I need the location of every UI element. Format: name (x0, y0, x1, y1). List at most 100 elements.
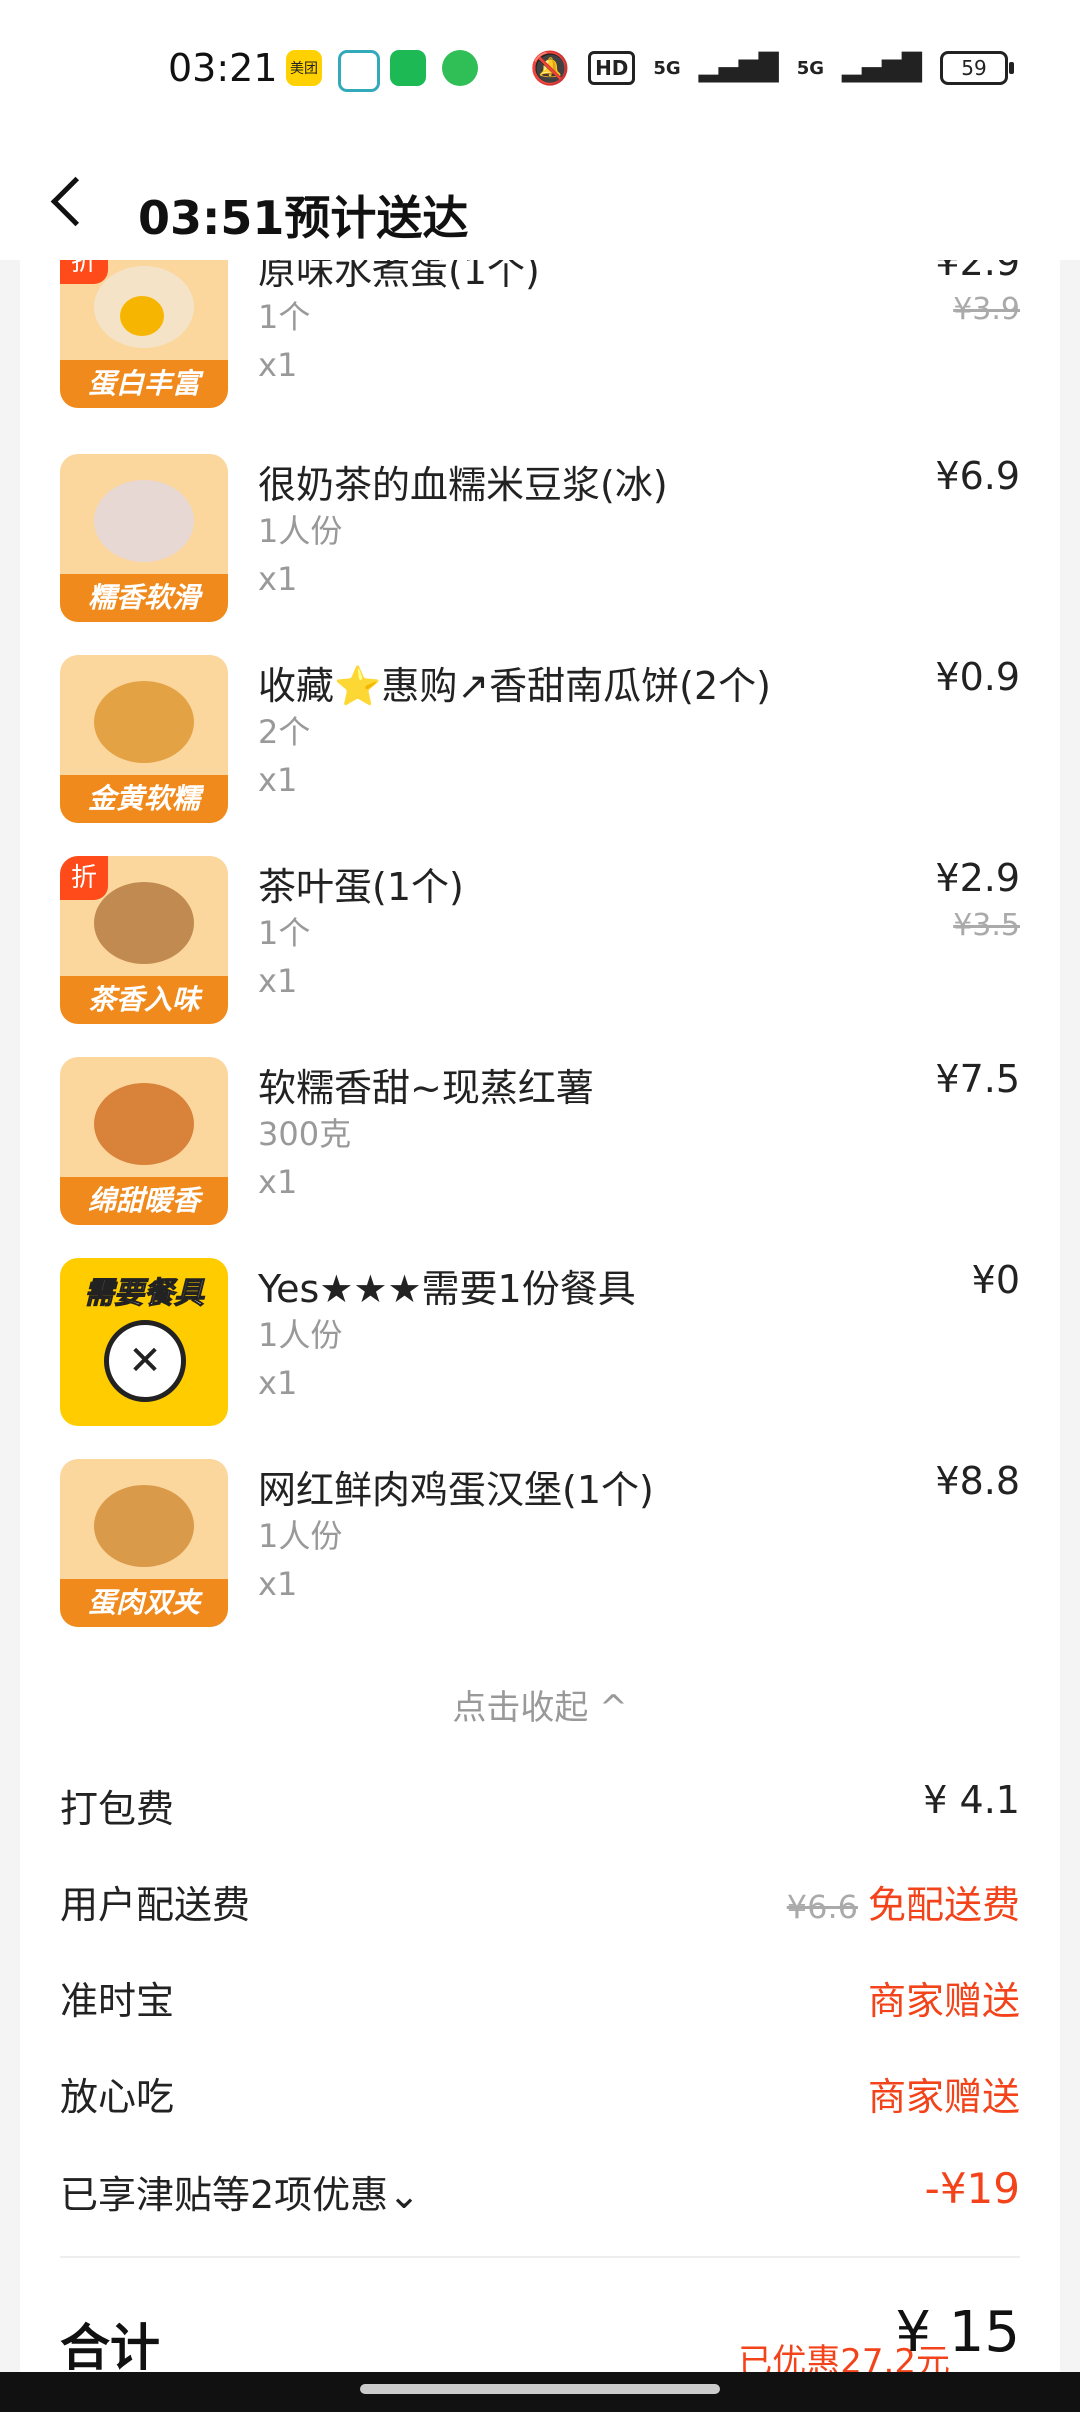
item-price: ¥2.9 (935, 856, 1020, 900)
item-quantity: x1 (258, 346, 298, 384)
back-arrow-icon[interactable] (50, 176, 101, 227)
item-spec: 1人份 (258, 512, 343, 550)
tea-egg-icon (94, 882, 194, 964)
cutlery-icon: ✕ (104, 1320, 186, 1402)
order-item[interactable]: 糯香软滑 很奶茶的血糯米豆浆(冰) 1人份 x1 ¥6.9 (20, 454, 1060, 654)
item-tag: 绵甜暖香 (60, 1177, 228, 1225)
item-quantity: x1 (258, 761, 298, 799)
item-thumbnail: 糯香软滑 (60, 454, 228, 622)
delivery-fee-value: 免配送费 (867, 1883, 1020, 1927)
status-bar: 03:21 美团 🔕 HD 5G ▂▄▆█ 5G ▂▄▆█ 59 (0, 0, 1080, 140)
item-spec: 1个 (258, 914, 311, 952)
page-title: 03:51预计送达 (138, 191, 469, 245)
item-thumbnail: 折 蛋白丰富 (60, 260, 228, 408)
hd-badge: HD (588, 51, 636, 85)
item-thumbnail: 折 茶香入味 (60, 856, 228, 1024)
item-tag: 蛋白丰富 (60, 360, 228, 408)
item-quantity: x1 (258, 1565, 298, 1603)
safe-eat-label: 放心吃 (60, 2075, 175, 2119)
status-time: 03:21 (168, 46, 278, 90)
header-bar: 03:51预计送达 (0, 140, 1080, 260)
item-name: 收藏⭐惠购↗香甜南瓜饼(2个) (258, 664, 771, 708)
item-tag: 茶香入味 (60, 976, 228, 1024)
home-gesture-bar[interactable] (360, 2384, 720, 2394)
item-thumbnail: 需要餐具 ✕ (60, 1258, 228, 1426)
order-item[interactable]: 需要餐具 ✕ Yes★★★需要1份餐具 1人份 x1 ¥0 (20, 1258, 1060, 1458)
egg-yolk-icon (120, 296, 164, 336)
soymilk-icon (94, 480, 194, 562)
sweet-potato-icon (94, 1083, 194, 1165)
collapse-button[interactable]: 点击收起 ^ (20, 1680, 1060, 1729)
item-price: ¥6.9 (935, 454, 1020, 498)
item-name: 原味水煮蛋(1个) (258, 260, 540, 293)
battery-icon: 59 (940, 51, 1014, 85)
item-name: Yes★★★需要1份餐具 (258, 1267, 636, 1311)
item-tag: 需要餐具 (84, 1276, 205, 1312)
signal-bars-icon: ▂▄▆█ (698, 53, 779, 83)
security-app-icon (390, 50, 426, 86)
item-thumbnail: 绵甜暖香 (60, 1057, 228, 1225)
item-tag: 金黄软糯 (60, 775, 228, 823)
burger-icon (94, 1485, 194, 1567)
divider (60, 2256, 1020, 2258)
item-spec: 1人份 (258, 1517, 343, 1555)
order-card: 折 蛋白丰富 原味水煮蛋(1个) 1个 x1 ¥2.9 ¥3.9 糯香软滑 很奶… (20, 260, 1060, 2412)
safe-eat-row[interactable]: 放心吃 商家赠送 (60, 2056, 1020, 2126)
item-spec: 1个 (258, 298, 311, 336)
packing-fee-value: ¥ 4.1 (923, 1778, 1020, 1822)
signal-5g-icon-2: 5G (796, 57, 825, 79)
item-original-price: ¥3.5 (953, 908, 1020, 943)
ontime-value: 商家赠送 (867, 1979, 1020, 2023)
item-price: ¥0 (971, 1258, 1020, 1302)
item-name: 很奶茶的血糯米豆浆(冰) (258, 463, 668, 507)
mute-vibrate-icon: 🔕 (530, 49, 571, 87)
safe-eat-value: 商家赠送 (867, 2075, 1020, 2119)
discount-row[interactable]: 已享津贴等2项优惠⌄ -¥19 (60, 2154, 1020, 2224)
total-value: ¥ 15 (895, 2300, 1020, 2365)
item-price: ¥2.9 (935, 260, 1020, 284)
item-tag: 糯香软滑 (60, 574, 228, 622)
item-thumbnail: 金黄软糯 (60, 655, 228, 823)
item-name: 网红鲜肉鸡蛋汉堡(1个) (258, 1468, 654, 1512)
item-thumbnail: 蛋肉双夹 (60, 1459, 228, 1627)
discount-badge: 折 (60, 260, 108, 284)
signal-5g-icon: 5G (653, 57, 681, 79)
app-notification-icon (338, 50, 380, 92)
item-spec: 2个 (258, 713, 311, 751)
order-item[interactable]: 折 蛋白丰富 原味水煮蛋(1个) 1个 x1 ¥2.9 ¥3.9 (20, 260, 1060, 440)
item-quantity: x1 (258, 560, 298, 598)
packing-fee-row: 打包费 ¥ 4.1 (60, 1768, 1020, 1838)
meituan-app-icon: 美团 (286, 50, 322, 86)
item-price: ¥8.8 (935, 1459, 1020, 1503)
delivery-fee-row: 用户配送费 ¥6.6 免配送费 (60, 1864, 1020, 1934)
item-name: 茶叶蛋(1个) (258, 865, 464, 909)
item-spec: 1人份 (258, 1316, 343, 1354)
item-name: 软糯香甜~现蒸红薯 (258, 1066, 594, 1110)
order-item[interactable]: 蛋肉双夹 网红鲜肉鸡蛋汉堡(1个) 1人份 x1 ¥8.8 (20, 1459, 1060, 1659)
delivery-fee-label: 用户配送费 (60, 1883, 251, 1927)
item-tag: 蛋肉双夹 (60, 1579, 228, 1627)
pumpkin-cake-icon (94, 681, 194, 763)
ontime-label: 准时宝 (60, 1979, 175, 2023)
packing-fee-label: 打包费 (60, 1787, 175, 1831)
order-item[interactable]: 金黄软糯 收藏⭐惠购↗香甜南瓜饼(2个) 2个 x1 ¥0.9 (20, 655, 1060, 855)
discount-label: 已享津贴等2项优惠⌄ (60, 2173, 421, 2217)
item-price: ¥7.5 (935, 1057, 1020, 1101)
total-label: 合计 (60, 2319, 160, 2377)
status-indicators: 🔕 HD 5G ▂▄▆█ 5G ▂▄▆█ 59 (530, 46, 1014, 90)
update-app-icon (442, 50, 478, 86)
item-quantity: x1 (258, 1163, 298, 1201)
order-item[interactable]: 折 茶香入味 茶叶蛋(1个) 1个 x1 ¥2.9 ¥3.5 (20, 856, 1060, 1056)
item-quantity: x1 (258, 1364, 298, 1402)
item-spec: 300克 (258, 1115, 352, 1153)
delivery-fee-value-group: ¥6.6 免配送费 (787, 1874, 1020, 1929)
order-item[interactable]: 绵甜暖香 软糯香甜~现蒸红薯 300克 x1 ¥7.5 (20, 1057, 1060, 1257)
delivery-fee-original: ¥6.6 (786, 1888, 858, 1926)
ontime-row[interactable]: 准时宝 商家赠送 (60, 1960, 1020, 2030)
item-quantity: x1 (258, 962, 298, 1000)
item-original-price: ¥3.9 (953, 292, 1020, 327)
signal-bars-icon-2: ▂▄▆█ (842, 53, 922, 83)
discount-badge: 折 (60, 856, 108, 900)
discount-value: -¥19 (924, 2164, 1020, 2213)
item-price: ¥0.9 (935, 655, 1020, 699)
